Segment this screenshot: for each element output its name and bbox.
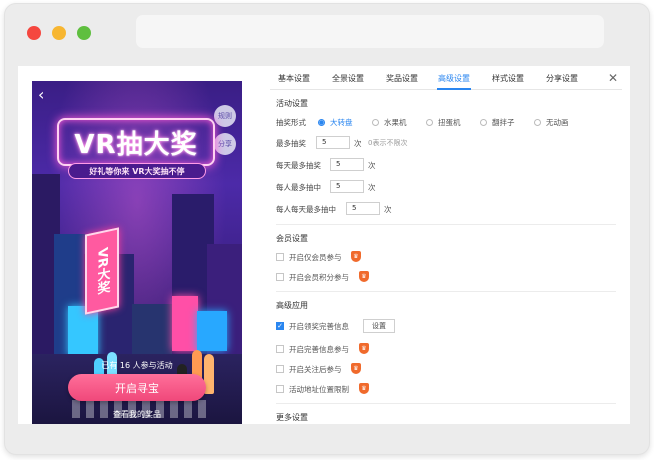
per-person-daily-win-input[interactable]: 5 [346,202,380,215]
neon-store [172,296,198,351]
active-tab-indicator [437,88,471,90]
member-section-title: 会员设置 [276,234,308,243]
daily-max-unit: 次 [368,161,376,170]
radio-flip-card[interactable] [480,119,487,126]
back-icon[interactable]: ‹ [38,87,44,103]
per-person-daily-win-unit: 次 [384,205,392,214]
radio-wheel-label[interactable]: 大转盘 [330,117,353,128]
editor-content: VR大奖 ‹ 规则 分享 VR抽大奖 好礼等你来 VR大奖抽不停 已有 16 人… [18,66,630,424]
activity-preview: VR大奖 ‹ 规则 分享 VR抽大奖 好礼等你来 VR大奖抽不停 已有 16 人… [32,81,242,424]
rules-button[interactable]: 规则 [214,105,236,127]
activity-title: VR抽大奖 [74,129,198,160]
max-draws-input[interactable]: 5 [316,136,350,149]
daily-max-label: 每天最多抽奖 [276,161,321,170]
vr-neon-sign: VR大奖 [85,227,119,315]
address-bar[interactable] [136,15,604,48]
claim-info-label[interactable]: 开启领奖完善信息 [289,321,349,332]
minimize-window-icon[interactable] [52,26,66,40]
maximize-window-icon[interactable] [77,26,91,40]
claim-info-settings-button[interactable]: 设置 [363,319,395,333]
divider [276,291,616,292]
radio-fruit-machine-label[interactable]: 水果机 [384,117,407,128]
max-draws-unit: 次 [354,139,362,148]
close-window-icon[interactable] [27,26,41,40]
tab-advanced[interactable]: 高级设置 [438,73,470,84]
activity-subtitle: 好礼等你来 VR大奖抽不停 [68,163,206,179]
radio-flip-card-label[interactable]: 翻拌子 [492,117,515,128]
radio-gacha-label[interactable]: 扭蛋机 [438,117,461,128]
claim-info-checkbox[interactable]: ✓ [276,322,284,330]
neon-store [68,306,98,356]
tab-basic[interactable]: 基本设置 [278,73,310,84]
radio-fruit-machine[interactable] [372,119,379,126]
participant-count: 已有 16 人参与活动 [101,361,173,370]
tab-style[interactable]: 样式设置 [492,73,524,84]
complete-info-label[interactable]: 开启完善信息参与 [289,344,349,355]
start-treasure-button[interactable]: 开启寻宝 [68,374,206,401]
member-points-checkbox[interactable] [276,273,284,281]
crown-icon: ♛ [351,363,361,374]
neon-store [197,311,227,351]
radio-gacha[interactable] [426,119,433,126]
divider [276,224,616,225]
location-limit-checkbox[interactable] [276,385,284,393]
members-only-checkbox[interactable] [276,253,284,261]
per-person-win-input[interactable]: 5 [330,180,364,193]
tab-prizes[interactable]: 奖品设置 [386,73,418,84]
radio-wheel[interactable] [318,119,325,126]
members-only-label[interactable]: 开启仅会员参与 [289,252,342,263]
per-person-win-label: 每人最多抽中 [276,183,321,192]
tab-share[interactable]: 分享设置 [546,73,578,84]
more-section-title: 更多设置 [276,413,308,422]
share-button[interactable]: 分享 [214,133,236,155]
settings-tabs: 基本设置 全景设置 奖品设置 高级设置 样式设置 分享设置 [270,66,622,90]
complete-info-checkbox[interactable] [276,345,284,353]
per-person-win-unit: 次 [368,183,376,192]
crown-icon: ♛ [359,383,369,394]
activity-section-title: 活动设置 [276,99,308,108]
crown-icon: ♛ [359,343,369,354]
advanced-section-title: 高级应用 [276,301,308,310]
tab-panorama[interactable]: 全景设置 [332,73,364,84]
max-draws-label: 最多抽奖 [276,139,306,148]
activity-title-box: VR抽大奖 [57,118,215,166]
close-icon[interactable]: ✕ [608,71,618,85]
follow-to-join-checkbox[interactable] [276,365,284,373]
divider [276,403,616,404]
per-person-daily-win-label: 每人每天最多抽中 [276,205,336,214]
crown-icon: ♛ [351,251,361,262]
follow-to-join-label[interactable]: 开启关注后参与 [289,364,342,375]
my-prize-link[interactable]: 查看我的奖品 [32,409,242,420]
draw-type-label: 抽奖形式 [276,118,306,127]
radio-no-animation-label[interactable]: 无动画 [546,117,569,128]
daily-max-input[interactable]: 5 [330,158,364,171]
max-draws-hint: 0表示不限次 [368,139,408,147]
radio-no-animation[interactable] [534,119,541,126]
crown-icon: ♛ [359,271,369,282]
location-limit-label[interactable]: 活动地址位置限制 [289,384,349,395]
member-points-label[interactable]: 开启会员积分参与 [289,272,349,283]
